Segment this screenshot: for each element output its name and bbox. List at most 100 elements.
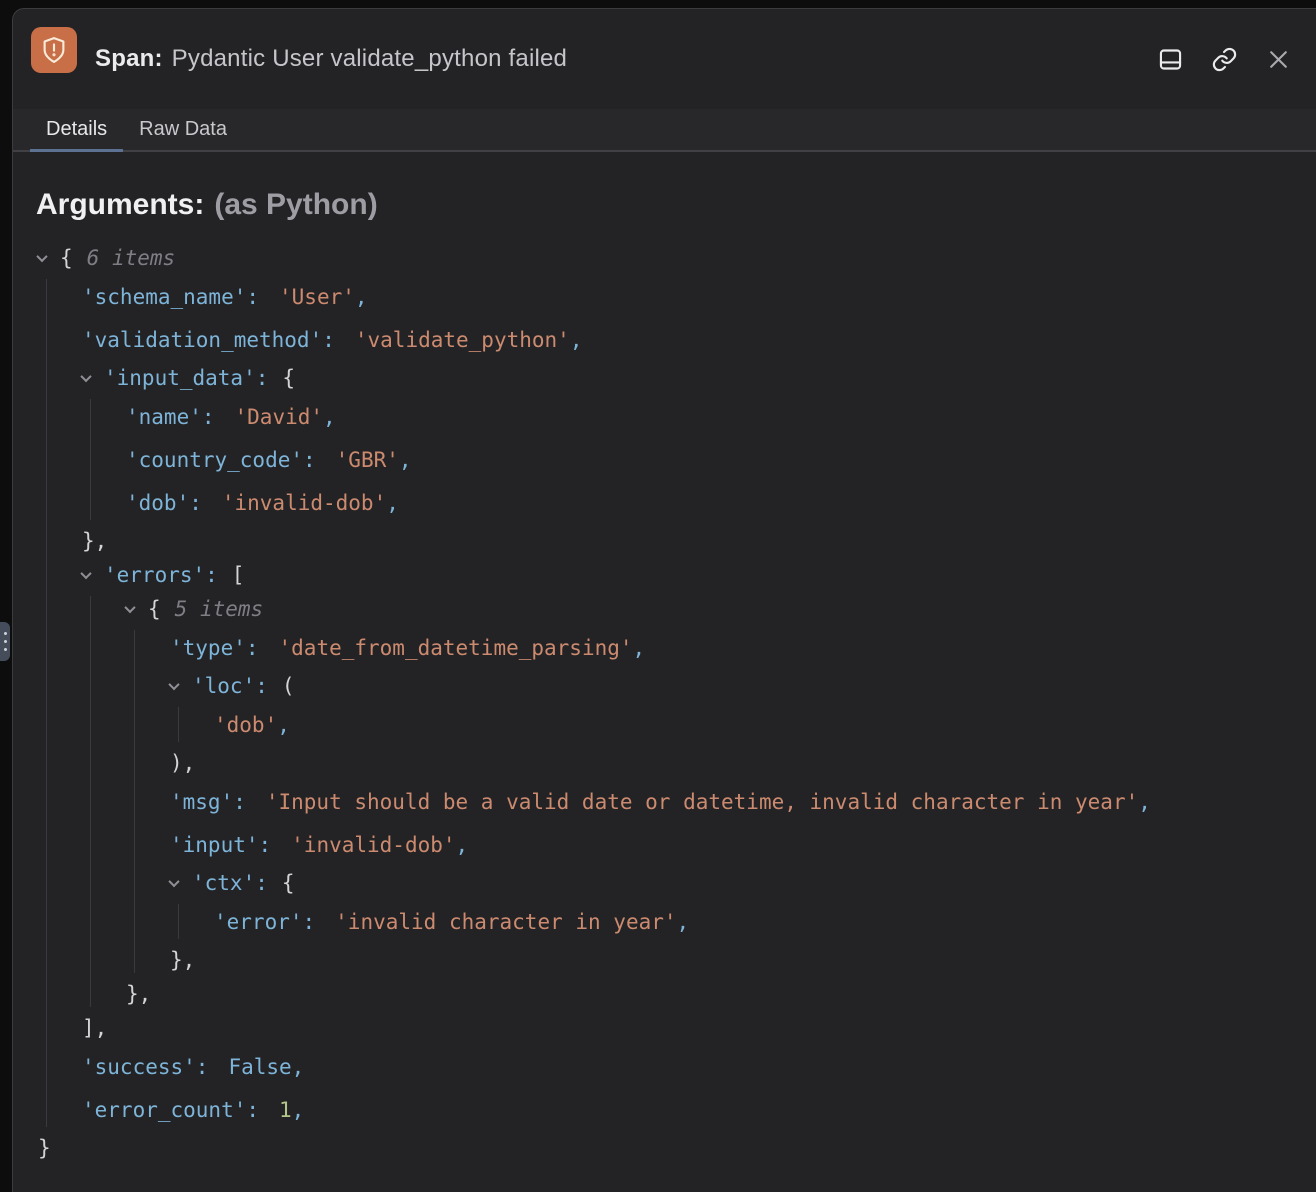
tree-row: 'errors': [: [13, 558, 1316, 592]
details-content: Arguments: (as Python) {6 items 'schema_na…: [13, 152, 1316, 1192]
tree-row: {6 items: [13, 241, 1316, 275]
tab-bar: Details Raw Data: [13, 109, 1316, 152]
tree-row: ),: [13, 746, 1316, 780]
close-icon: [1266, 47, 1291, 72]
arguments-heading-suffix: (as Python): [214, 188, 377, 221]
tree-punctuation: ],: [82, 1016, 107, 1040]
tree-key: 'success':: [82, 1055, 208, 1079]
grip-dots-icon: [4, 632, 7, 651]
chevron-down-icon[interactable]: [38, 254, 60, 262]
tree-row: 'success': False,: [13, 1045, 1316, 1088]
span-kind-label: Span:: [95, 45, 163, 73]
tree-value: 'invalid-dob': [291, 833, 455, 857]
copy-link-button[interactable]: [1208, 43, 1240, 75]
tree-key: 'type':: [170, 636, 259, 660]
tree-row: }: [13, 1131, 1316, 1165]
tree-value: 'invalid character in year': [335, 910, 676, 934]
tree-row: 'input': 'invalid-dob',: [13, 823, 1316, 866]
tab-details[interactable]: Details: [30, 109, 123, 152]
tree-row: 'dob': 'invalid-dob',: [13, 481, 1316, 524]
tree-punctuation: {: [148, 597, 161, 621]
tree-comma: ,: [292, 1055, 305, 1079]
tree-key: 'errors':: [104, 563, 218, 587]
tree-comma: ,: [570, 328, 583, 352]
tree-key: 'error_count':: [82, 1098, 259, 1122]
tree-punctuation: {: [282, 871, 295, 895]
close-button[interactable]: [1262, 43, 1294, 75]
tree-item-count: 6 items: [87, 246, 176, 270]
tree-value: 'invalid-dob': [222, 491, 386, 515]
tree-value: False: [228, 1055, 291, 1079]
tree-comma: ,: [277, 713, 290, 737]
tree-punctuation: ),: [170, 751, 195, 775]
panel-title: Span: Pydantic User validate_python fail…: [95, 9, 567, 109]
arguments-heading: Arguments: (as Python): [36, 188, 378, 222]
tree-row: 'error': 'invalid character in year',: [13, 900, 1316, 943]
indent-guide: [90, 596, 91, 1007]
tree-punctuation: (: [282, 674, 295, 698]
dock-panel-button[interactable]: [1154, 43, 1186, 75]
tree-comma: ,: [355, 285, 368, 309]
tree-row: 'country_code':'GBR',: [13, 438, 1316, 481]
indent-guide: [178, 707, 179, 742]
json-tree-rows: {6 items'schema_name':'User','validation…: [13, 241, 1316, 1165]
tree-value: 'GBR': [336, 448, 399, 472]
tree-item-count: 5 items: [175, 597, 264, 621]
tree-value: 1: [279, 1098, 292, 1122]
panel-resize-handle[interactable]: [0, 622, 10, 661]
tree-value: 'Input should be a valid date or datetim…: [266, 790, 1138, 814]
panel-header: Span: Pydantic User validate_python fail…: [13, 9, 1316, 109]
tree-comma: ,: [323, 405, 336, 429]
indent-guide: [134, 630, 135, 973]
shield-alert-icon: [31, 27, 77, 73]
tree-comma: ,: [399, 448, 412, 472]
tree-value: 'validate_python': [355, 328, 570, 352]
tree-comma: ,: [292, 1098, 305, 1122]
tree-punctuation: }: [38, 1136, 51, 1160]
chevron-down-icon[interactable]: [82, 571, 104, 579]
tree-comma: ,: [677, 910, 690, 934]
tree-value: 'David': [235, 405, 324, 429]
header-actions: [1154, 9, 1294, 109]
tree-value: 'dob': [214, 713, 277, 737]
tree-row: 'ctx':{: [13, 866, 1316, 900]
chevron-down-icon[interactable]: [170, 879, 192, 887]
tree-row: 'type':'date_from_datetime_parsing',: [13, 626, 1316, 669]
chevron-down-icon[interactable]: [126, 605, 148, 613]
arguments-heading-strong: Arguments:: [36, 188, 204, 221]
tree-comma: ,: [386, 491, 399, 515]
tree-key: 'input':: [170, 833, 271, 857]
chevron-down-icon[interactable]: [82, 374, 104, 382]
tree-comma: ,: [633, 636, 646, 660]
tree-row: 'validation_method':'validate_python',: [13, 318, 1316, 361]
tree-key: 'dob':: [126, 491, 202, 515]
tree-key: 'name':: [126, 405, 215, 429]
tree-row: },: [13, 977, 1316, 1011]
json-tree: {6 items'schema_name':'User','validation…: [13, 241, 1316, 1165]
tree-row: 'dob',: [13, 703, 1316, 746]
indent-guide: [46, 279, 47, 1127]
chevron-down-icon[interactable]: [170, 682, 192, 690]
tree-punctuation: },: [126, 982, 151, 1006]
tree-value: 'User': [279, 285, 355, 309]
tree-row: 'name': 'David',: [13, 395, 1316, 438]
tree-row: ],: [13, 1011, 1316, 1045]
tree-row: 'loc':(: [13, 669, 1316, 703]
tree-key: 'schema_name':: [82, 285, 259, 309]
tree-row: },: [13, 524, 1316, 558]
tree-punctuation: {: [60, 246, 73, 270]
tree-row: 'input_data':{: [13, 361, 1316, 395]
tree-row: },: [13, 943, 1316, 977]
tree-comma: ,: [456, 833, 469, 857]
span-detail-panel: Span: Pydantic User validate_python fail…: [12, 8, 1316, 1192]
indent-guide: [178, 904, 179, 939]
tree-comma: ,: [1138, 790, 1151, 814]
tree-row: {5 items: [13, 592, 1316, 626]
tree-punctuation: [: [232, 563, 245, 587]
tree-punctuation: {: [282, 366, 295, 390]
dock-panel-icon: [1157, 46, 1184, 73]
tree-key: 'msg':: [170, 790, 246, 814]
tab-raw-data[interactable]: Raw Data: [123, 109, 243, 152]
tree-row: 'error_count': 1,: [13, 1088, 1316, 1131]
tree-key: 'error':: [214, 910, 315, 934]
